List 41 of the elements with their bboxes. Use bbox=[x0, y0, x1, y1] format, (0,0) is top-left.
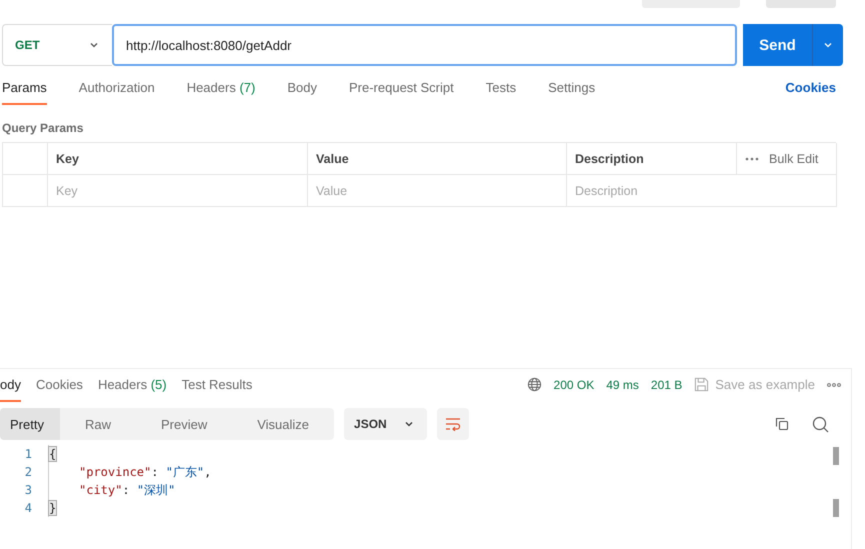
tab[interactable]: Pre-request Script bbox=[348, 80, 454, 105]
view-tab[interactable]: Visualize bbox=[232, 408, 334, 440]
more-icon[interactable] bbox=[745, 156, 759, 160]
tab[interactable]: Headers (7) bbox=[186, 80, 256, 105]
tab[interactable]: Authorization bbox=[78, 80, 155, 105]
section-title: Query Params bbox=[2, 121, 84, 135]
code-line: "city": "深圳" bbox=[78, 482, 176, 499]
code-line: "province": "广东", bbox=[78, 464, 212, 481]
line-number: 4 bbox=[24, 500, 32, 517]
globe-icon[interactable] bbox=[526, 377, 542, 392]
more-icon[interactable] bbox=[827, 382, 841, 386]
copy-icon[interactable] bbox=[774, 416, 790, 432]
column-header: Value bbox=[308, 143, 567, 175]
response-time[interactable]: 49 ms bbox=[606, 378, 639, 392]
response-size[interactable]: 201 B bbox=[650, 378, 682, 392]
line-number: 2 bbox=[24, 464, 32, 481]
search-icon[interactable] bbox=[812, 416, 829, 432]
scrollbar-thumb[interactable] bbox=[833, 499, 839, 517]
scrollbar-thumb[interactable] bbox=[833, 447, 839, 465]
wrap-lines-icon bbox=[444, 417, 461, 431]
column-header: Key bbox=[48, 143, 308, 175]
bulk-edit-button[interactable]: Bulk Edit bbox=[737, 143, 837, 175]
tab[interactable]: Cookies bbox=[36, 377, 83, 402]
tab[interactable]: Params bbox=[2, 80, 47, 105]
wrap-lines-button[interactable] bbox=[436, 408, 469, 440]
view-tab[interactable]: Pretty bbox=[0, 408, 60, 440]
column-header: Description bbox=[567, 143, 737, 175]
tab[interactable]: Test Results bbox=[182, 377, 252, 402]
tab[interactable]: Headers (5) bbox=[98, 377, 167, 402]
status-code[interactable]: 200 OK bbox=[554, 378, 594, 392]
tab[interactable]: Tests bbox=[486, 80, 516, 105]
tab[interactable]: Settings bbox=[548, 80, 596, 105]
url-field[interactable]: http://localhost:8080/getAddr bbox=[112, 24, 737, 66]
view-tab[interactable]: Preview bbox=[136, 408, 232, 440]
line-number: 1 bbox=[24, 446, 32, 463]
view-tab[interactable]: Raw bbox=[60, 408, 136, 440]
cookies-link[interactable]: Cookies bbox=[785, 80, 836, 105]
tab[interactable]: Body bbox=[287, 80, 317, 105]
format-dropdown[interactable]: JSON bbox=[344, 408, 427, 440]
tab[interactable]: ody bbox=[0, 377, 21, 402]
line-number: 3 bbox=[24, 482, 32, 499]
